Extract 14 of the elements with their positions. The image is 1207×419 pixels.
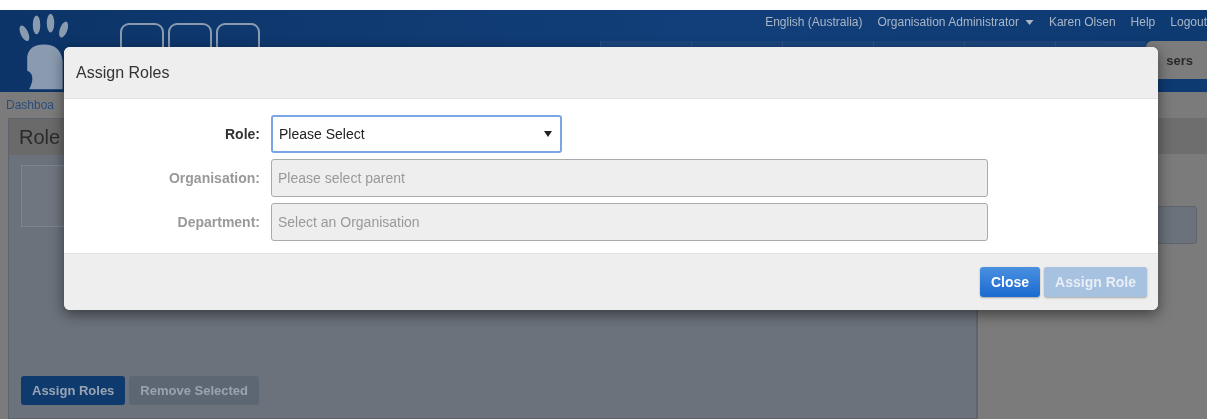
page-button[interactable]: Assign Roles [21,376,126,405]
role-dropdown[interactable]: Please Select [271,115,562,153]
dialog-button[interactable]: Close [979,267,1041,297]
header-link[interactable]: Help [1130,15,1156,29]
header-link[interactable]: Logout [1170,15,1207,29]
caret-icon [1024,19,1034,25]
dialog-title: Assign Roles [76,63,170,82]
field-label: Organisation: [168,170,260,186]
header-link[interactable]: English (Australia) [765,15,863,29]
field-label: Department: [176,214,260,230]
field-label: Role: [224,126,260,142]
header-link[interactable]: Organisation Administrator [877,15,1034,29]
header-link[interactable]: Karen Olsen [1048,15,1116,29]
dropdown-arrow-icon [544,131,552,137]
